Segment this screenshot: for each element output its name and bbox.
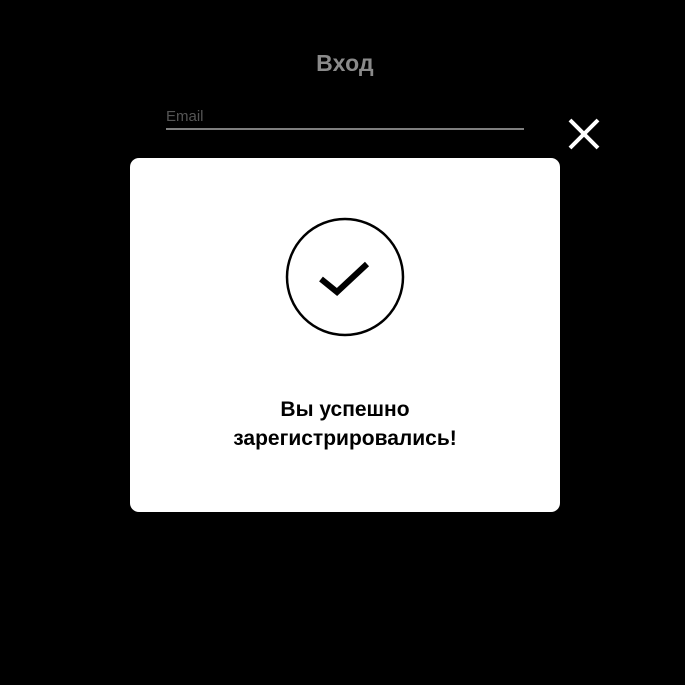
success-message: Вы успешно зарегистрировались! [130, 395, 560, 453]
login-title: Вход [316, 50, 374, 76]
success-message-line-2: зарегистрировались! [233, 427, 457, 450]
email-field[interactable] [166, 104, 524, 130]
close-icon [568, 118, 600, 150]
close-button[interactable] [564, 114, 604, 154]
login-page: Вход Вы успешно зарегистрировались! [0, 0, 685, 685]
check-circle-icon [285, 217, 405, 337]
success-message-line-1: Вы успешно [280, 398, 410, 421]
success-modal: Вы успешно зарегистрировались! [130, 158, 560, 512]
